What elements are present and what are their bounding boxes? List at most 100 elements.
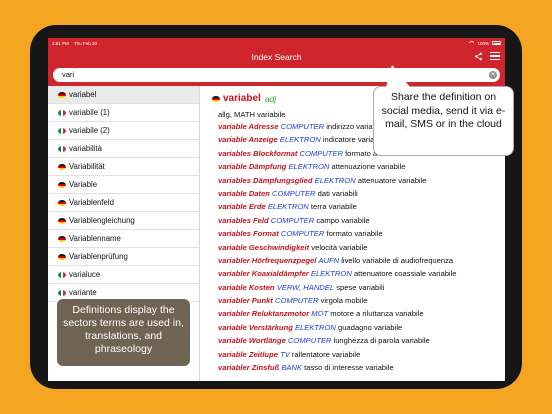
- phrase-german: variable Verstärkung: [218, 322, 293, 332]
- part-of-speech: adj: [264, 93, 277, 104]
- german-flag-icon: [58, 217, 66, 224]
- index-item[interactable]: Variablenfeld: [48, 194, 199, 212]
- share-icon[interactable]: [474, 52, 483, 61]
- phrase-german: variables Dämpfungsglied: [218, 175, 313, 185]
- phrase-domain: COMPUTER: [272, 188, 316, 198]
- index-item-label: variabile (2): [69, 126, 110, 135]
- index-item[interactable]: variabile (1): [48, 104, 199, 122]
- phrase-german: variable Anzeige: [218, 135, 278, 145]
- phrase-italian: motore a riluttanza variabile: [330, 309, 424, 319]
- phrase-italian: velocità variabile: [311, 242, 368, 252]
- phrase-german: variabler Punkt: [218, 296, 273, 306]
- phrase-line: variable Zeitlupe TV rallentatore variab…: [212, 350, 505, 363]
- sector-translation: variabile: [257, 110, 286, 119]
- phrase-line: variabler Zinsfuß BANK tasso di interess…: [212, 363, 505, 376]
- phrase-german: variabler Reluktanzmotor: [218, 309, 310, 319]
- italian-flag-icon: [58, 109, 66, 116]
- phrase-domain: VERW, HANDEL: [276, 282, 335, 292]
- phrase-line: variable Kosten VERW, HANDEL spese varia…: [212, 283, 505, 296]
- phrase-italian: livello variabile di audiofrequenza: [341, 255, 454, 265]
- index-item[interactable]: Variabilität: [48, 158, 199, 176]
- italian-flag-icon: [58, 289, 66, 296]
- phrase-german: variable Kosten: [218, 282, 275, 292]
- phrase-german: variable Zeitlupe: [218, 349, 278, 359]
- phrase-german: variable Adresse: [218, 122, 279, 131]
- phrase-italian: terra variabile: [310, 202, 357, 212]
- index-item[interactable]: Variablenname: [48, 230, 199, 248]
- phrase-domain: COMPUTER: [275, 296, 319, 306]
- index-item[interactable]: Variablengleichung: [48, 212, 199, 230]
- definitions-callout: Definitions display the sectors terms ar…: [55, 297, 192, 368]
- index-item-label: varialuce: [69, 270, 101, 279]
- battery-icon: [492, 41, 501, 45]
- german-flag-icon: [58, 181, 66, 188]
- headword: variabel: [223, 93, 261, 104]
- phrase-line: variables Feld COMPUTER campo variabile: [212, 216, 505, 229]
- phrase-italian: dati variabili: [317, 188, 358, 198]
- italian-flag-icon: [58, 145, 66, 152]
- phrase-domain: TV: [280, 349, 290, 359]
- phrase-domain: COMPUTER: [287, 336, 332, 346]
- phrase-german: variable Wortlänge: [218, 336, 286, 346]
- index-item[interactable]: varialuce: [48, 266, 199, 284]
- index-item[interactable]: variabel: [48, 86, 199, 104]
- german-flag-icon: [212, 95, 220, 102]
- phrase-line: variable Geschwindigkeit velocità variab…: [212, 243, 505, 256]
- phrase-domain: COMPUTER: [299, 148, 343, 158]
- phrase-line: variable Erde ELEKTRON terra variabile: [212, 202, 505, 215]
- index-item-label: Variabilität: [69, 162, 105, 171]
- index-item[interactable]: Variablenprüfung: [48, 248, 199, 266]
- phrase-domain: BANK: [281, 363, 303, 373]
- phrase-italian: lunghezza di parola variabile: [333, 336, 430, 346]
- italian-flag-icon: [58, 127, 66, 134]
- phrase-german: variables Feld: [218, 215, 269, 225]
- search-input-value: vari: [62, 70, 75, 79]
- phrase-german: variabler Zinsfuß: [218, 363, 280, 373]
- callout-tail: [386, 65, 410, 87]
- navigation-bar: Index Search: [48, 48, 505, 65]
- clear-search-icon[interactable]: ✕: [489, 71, 497, 79]
- phrase-domain: ELEKTRON: [294, 322, 336, 332]
- battery-percent: 100%: [477, 40, 489, 46]
- phrase-german: variabler Hörfrequenzpegel: [218, 255, 317, 265]
- index-item-label: Variablenname: [69, 234, 121, 243]
- phrase-italian: attenuatore variabile: [357, 175, 427, 185]
- phrase-domain: ELEKTRON: [310, 269, 352, 279]
- menu-icon[interactable]: [490, 52, 500, 61]
- phrase-italian: attenuatore coassiale variabile: [353, 269, 457, 279]
- phrase-line: variables Dämpfungsglied ELEKTRON attenu…: [212, 176, 505, 189]
- phrase-german: variable Dämpfung: [218, 162, 287, 172]
- index-item[interactable]: Variable: [48, 176, 199, 194]
- index-item-label: variabilità: [69, 144, 102, 153]
- phrase-domain: ELEKTRON: [314, 175, 356, 185]
- phrase-italian: tasso di interesse variabile: [304, 363, 394, 373]
- share-callout-text: Share the definition on social media, se…: [381, 91, 506, 130]
- phrase-domain: ELEKTRON: [279, 135, 321, 145]
- status-date: Thu Feb 20: [73, 40, 97, 46]
- phrase-german: variable Daten: [218, 188, 270, 198]
- index-item-label: Variablengleichung: [69, 216, 135, 225]
- index-item-label: Variablenfeld: [69, 198, 114, 207]
- phrase-german: variable Erde: [218, 202, 266, 212]
- phrase-line: variabler Koaxialdämpfer ELEKTRON attenu…: [212, 269, 505, 282]
- index-item[interactable]: variabile (2): [48, 122, 199, 140]
- german-flag-icon: [58, 199, 66, 206]
- phraseology-list: variable Adresse COMPUTER indirizzo vari…: [212, 122, 505, 376]
- phrase-italian: attenuazione variabile: [331, 162, 406, 172]
- index-item-label: variabel: [69, 90, 97, 99]
- search-input[interactable]: vari ✕: [53, 68, 500, 82]
- phrase-domain: ELEKTRON: [288, 162, 330, 172]
- phrase-italian: rallentatore variabile: [291, 349, 361, 359]
- index-item-label: Variable: [69, 180, 98, 189]
- phrase-line: variable Wortlänge COMPUTER lunghezza di…: [212, 336, 505, 349]
- phrase-line: variable Verstärkung ELEKTRON guadagno v…: [212, 323, 505, 336]
- share-callout: Share the definition on social media, se…: [373, 65, 514, 156]
- phrase-italian: formato variabile: [326, 229, 383, 239]
- italian-flag-icon: [58, 271, 66, 278]
- index-item[interactable]: variabilità: [48, 140, 199, 158]
- definitions-callout-text: Definitions display the sectors terms ar…: [63, 304, 184, 355]
- phrase-german: variables Format: [218, 229, 279, 239]
- phrase-domain: MOT: [311, 309, 329, 319]
- phrase-italian: spese variabili: [336, 282, 385, 292]
- phrase-line: variabler Hörfrequenzpegel AUFN livello …: [212, 256, 505, 269]
